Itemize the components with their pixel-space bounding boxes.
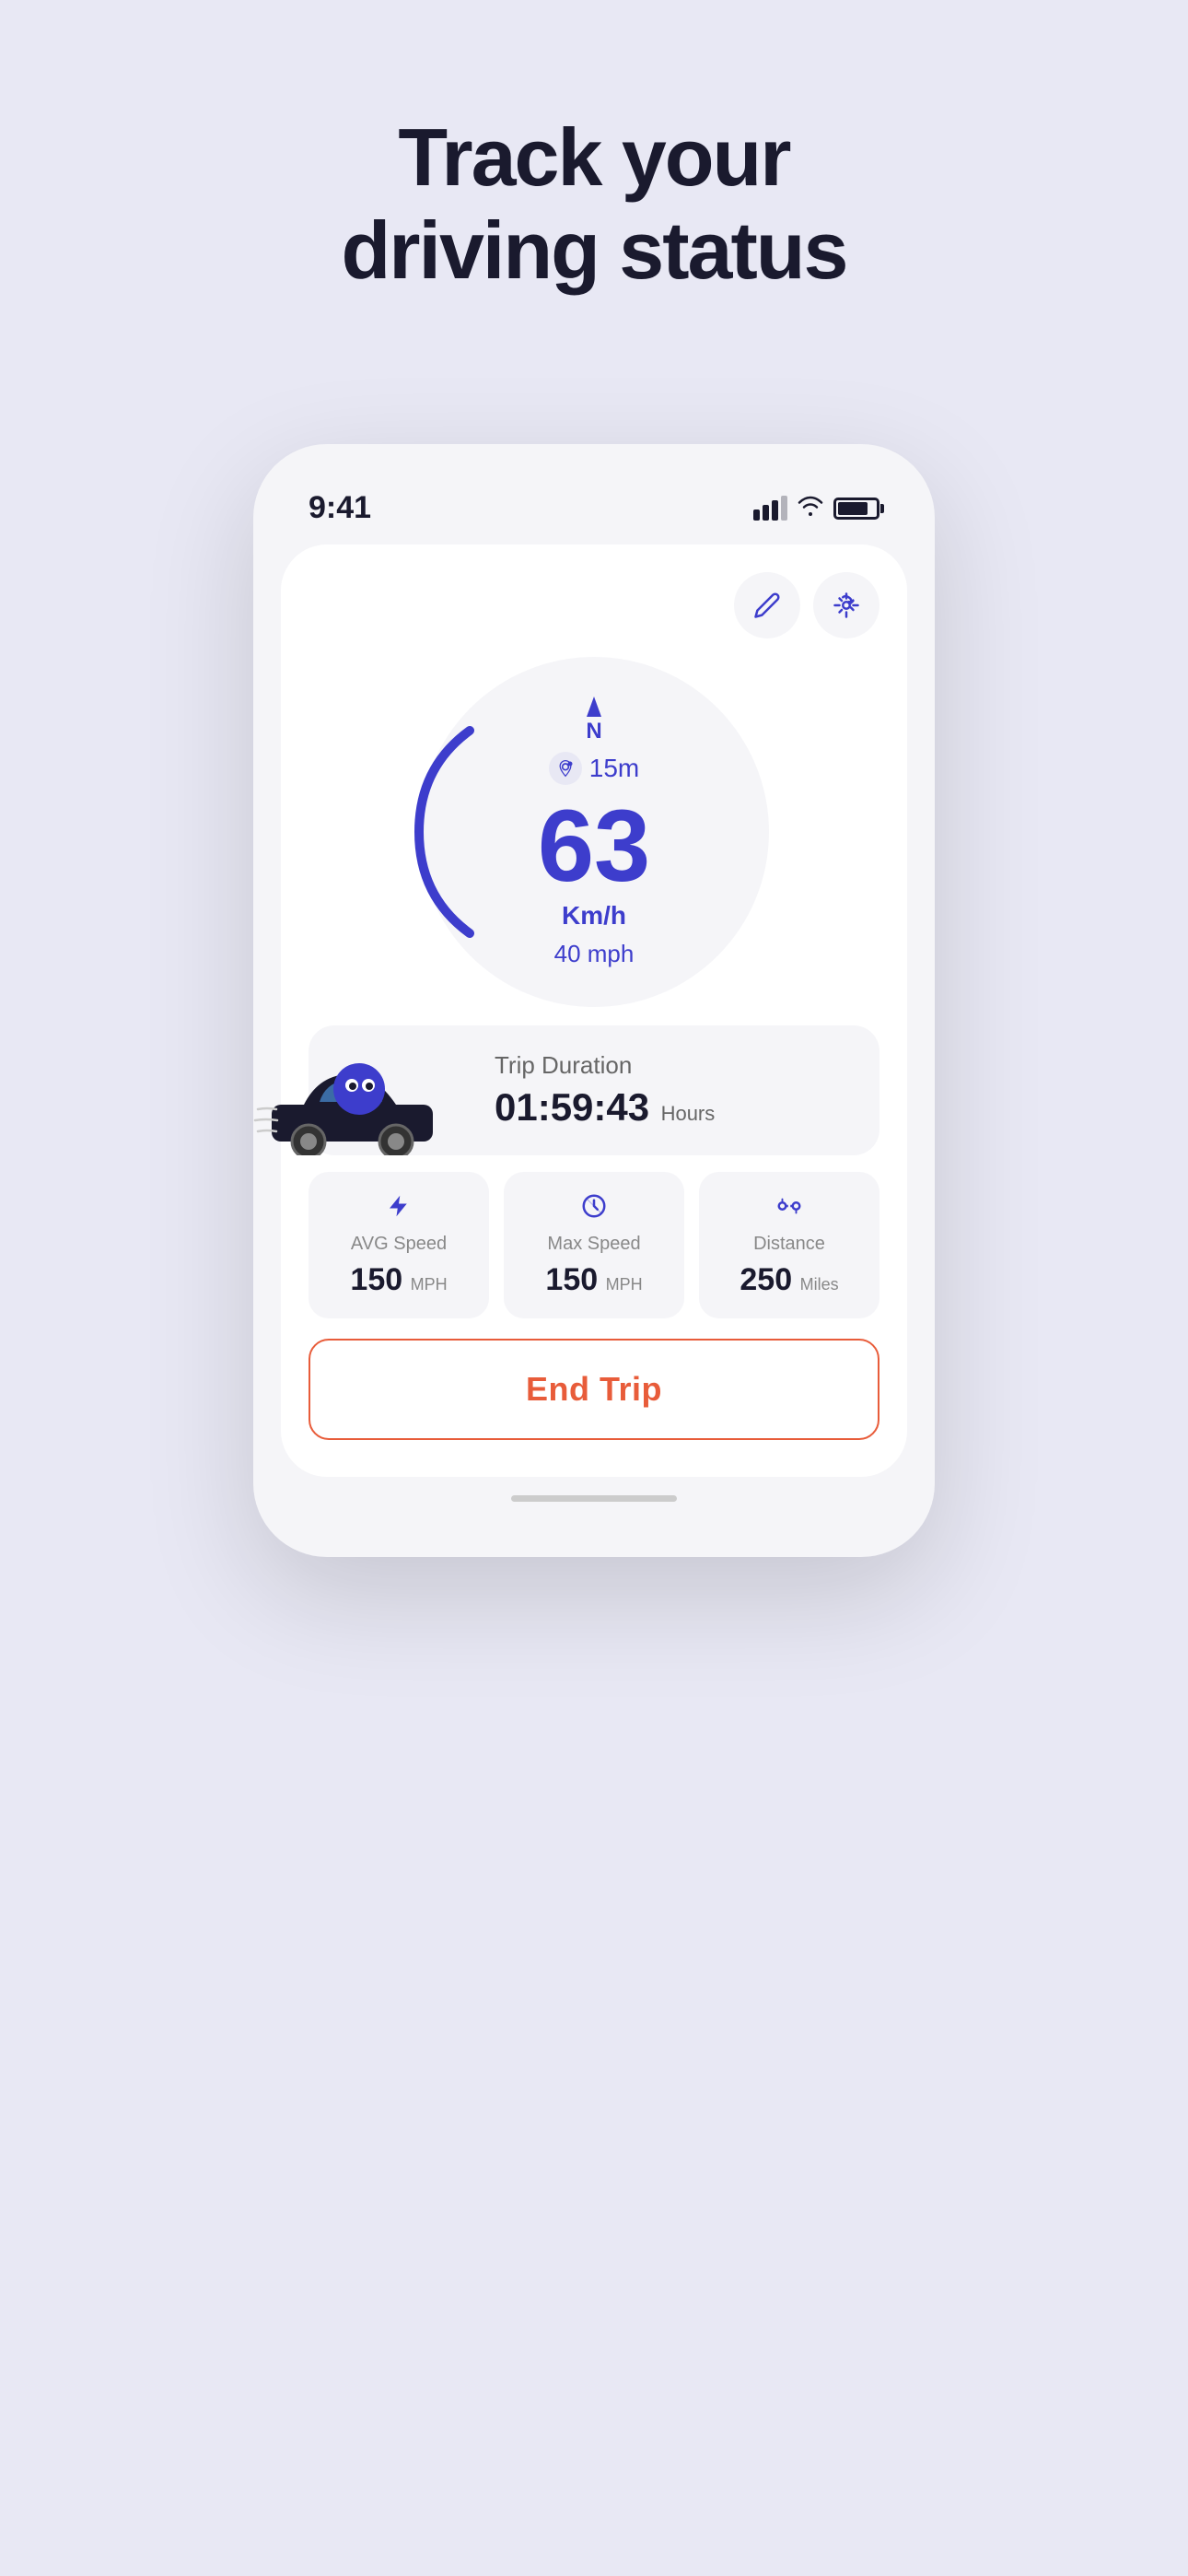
page-title: Track your driving status [342, 111, 847, 297]
compass-arrow-icon [587, 697, 601, 717]
speed-value: 63 [538, 796, 650, 897]
avg-speed-card: AVG Speed 150 MPH [309, 1172, 489, 1318]
trip-duration-card: Trip Duration 01:59:43 Hours [309, 1025, 879, 1155]
max-speed-label: Max Speed [547, 1234, 640, 1255]
max-speed-unit: MPH [606, 1275, 643, 1294]
speed-arc [410, 712, 474, 952]
stats-row: AVG Speed 150 MPH Max Speed 150 [309, 1172, 879, 1318]
avg-speed-unit: MPH [411, 1275, 448, 1294]
avg-speed-value-display: 150 MPH [350, 1262, 447, 1298]
distance-icon [775, 1192, 803, 1226]
trip-info: Trip Duration 01:59:43 Hours [495, 1051, 715, 1130]
signal-icon [753, 496, 787, 521]
distance-label: Distance [753, 1234, 825, 1255]
distance-value: 250 [740, 1262, 792, 1297]
battery-icon [833, 498, 879, 520]
home-indicator [281, 1495, 907, 1502]
avg-speed-icon [385, 1192, 413, 1226]
trip-time-display: 01:59:43 Hours [495, 1085, 715, 1130]
location-distance: 15m [589, 754, 639, 783]
trip-time-unit: Hours [661, 1102, 716, 1125]
route-button[interactable] [813, 572, 879, 638]
trip-time-value: 01:59:43 [495, 1085, 649, 1129]
status-icons [753, 494, 879, 522]
end-trip-button[interactable]: End Trip [309, 1339, 879, 1440]
trip-duration-label: Trip Duration [495, 1051, 715, 1080]
location-indicator: 15m [549, 752, 639, 785]
edit-button[interactable] [734, 572, 800, 638]
distance-card: Distance 250 Miles [699, 1172, 879, 1318]
top-actions [309, 572, 879, 638]
distance-value-display: 250 Miles [740, 1262, 838, 1298]
edit-icon [753, 591, 781, 619]
car-illustration [253, 1054, 456, 1155]
status-time: 9:41 [309, 490, 371, 526]
home-bar [511, 1495, 677, 1502]
compass-direction: N [586, 719, 601, 744]
speedometer-circle: N 15m 63 Km/h 40 mph [419, 657, 769, 1007]
max-speed-value-display: 150 MPH [545, 1262, 642, 1298]
wifi-icon [797, 494, 824, 522]
compass-indicator: N [586, 697, 601, 744]
avg-speed-value: 150 [350, 1262, 402, 1297]
speed-mph: 40 mph [554, 940, 635, 968]
speedometer: N 15m 63 Km/h 40 mph [309, 657, 879, 1007]
max-speed-value: 150 [545, 1262, 598, 1297]
route-icon [833, 591, 860, 619]
max-speed-icon [580, 1192, 608, 1226]
phone-mockup: 9:41 [253, 444, 935, 1557]
speed-unit-km: Km/h [562, 901, 626, 931]
phone-screen: N 15m 63 Km/h 40 mph [281, 544, 907, 1477]
distance-unit: Miles [800, 1275, 839, 1294]
status-bar: 9:41 [281, 481, 907, 544]
location-icon [549, 752, 582, 785]
max-speed-card: Max Speed 150 MPH [504, 1172, 684, 1318]
avg-speed-label: AVG Speed [351, 1234, 447, 1255]
